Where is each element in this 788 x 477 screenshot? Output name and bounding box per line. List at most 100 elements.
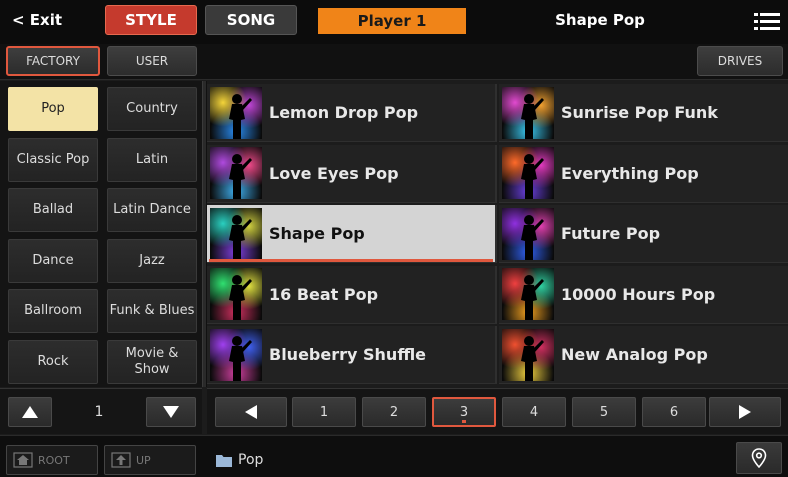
triangle-up-icon <box>22 406 38 418</box>
style-item[interactable]: New Analog Pop <box>499 326 788 384</box>
category-page-number: 1 <box>94 404 104 420</box>
singer-silhouette-icon <box>229 275 252 320</box>
singer-silhouette-icon <box>521 335 544 381</box>
style-thumbnail <box>210 328 262 381</box>
category-button[interactable]: Jazz <box>107 238 197 283</box>
up-label: UP <box>136 453 151 467</box>
style-thumbnail <box>210 268 262 320</box>
location-pin-icon <box>751 448 767 468</box>
top-bar: < Exit STYLE SONG Player 1 Shape Pop <box>0 0 788 44</box>
page-number: 4 <box>529 404 539 420</box>
page-number: 5 <box>599 404 609 420</box>
style-item-label: Shape Pop <box>269 224 365 243</box>
player-selector[interactable]: Player 1 <box>318 8 466 34</box>
style-item[interactable]: 10000 Hours Pop <box>499 265 788 324</box>
page-button[interactable]: 2 <box>362 397 426 427</box>
folder-up-icon <box>111 452 131 468</box>
category-button[interactable]: Movie & Show <box>107 339 197 384</box>
style-thumbnail <box>210 147 262 199</box>
style-item-label: 16 Beat Pop <box>269 284 379 304</box>
singer-silhouette-icon <box>521 275 544 320</box>
style-item-label: 10000 Hours Pop <box>561 284 716 304</box>
page-number: 1 <box>319 404 329 420</box>
style-item[interactable]: Everything Pop <box>499 144 788 203</box>
page-number: 6 <box>669 404 679 420</box>
style-item-label: Sunrise Pop Funk <box>561 103 718 122</box>
triangle-left-icon <box>245 405 257 419</box>
style-page-next-button[interactable] <box>709 397 781 427</box>
page-button[interactable]: 1 <box>292 397 356 427</box>
singer-silhouette-icon <box>521 214 544 260</box>
style-item[interactable]: 16 Beat Pop <box>207 265 497 324</box>
menu-list-icon[interactable] <box>754 12 780 32</box>
singer-silhouette-icon <box>521 93 544 139</box>
singer-silhouette-icon <box>521 154 544 199</box>
style-item[interactable]: Sunrise Pop Funk <box>499 84 788 142</box>
triangle-down-icon <box>163 406 179 418</box>
breadcrumb-path: Pop <box>238 452 264 468</box>
factory-button[interactable]: FACTORY <box>6 46 100 76</box>
style-item[interactable]: Lemon Drop Pop <box>207 84 497 142</box>
page-button[interactable]: 4 <box>502 397 566 427</box>
folder-icon <box>216 454 232 467</box>
drives-button[interactable]: DRIVES <box>697 46 783 76</box>
category-button[interactable]: Ballroom <box>8 289 98 333</box>
style-thumbnail <box>502 147 554 199</box>
style-item-label: Love Eyes Pop <box>269 163 399 183</box>
locate-button[interactable] <box>736 442 782 474</box>
footer-bar: ROOT UP Pop <box>0 435 788 477</box>
category-page-up-button[interactable] <box>8 397 52 427</box>
tab-song[interactable]: SONG <box>205 5 297 35</box>
category-pager: 1 <box>0 388 202 434</box>
style-list: Lemon Drop Pop Sunrise Pop Funk Love Eyes … <box>207 81 788 387</box>
page-button[interactable]: 5 <box>572 397 636 427</box>
current-style-title: Shape Pop <box>555 11 645 29</box>
category-button[interactable]: Dance <box>8 238 98 283</box>
style-item-label: New Analog Pop <box>561 345 708 364</box>
root-label: ROOT <box>38 453 70 467</box>
category-button[interactable]: Country <box>107 87 197 131</box>
style-item[interactable]: Shape Pop <box>207 205 497 263</box>
triangle-right-icon <box>739 405 751 419</box>
singer-silhouette-icon <box>229 154 252 199</box>
tab-style[interactable]: STYLE <box>105 5 197 35</box>
style-item-label: Lemon Drop Pop <box>269 103 419 122</box>
category-grid: Pop Country Classic Pop Latin Ballad Latin Da… <box>0 81 202 387</box>
style-item-label: Everything Pop <box>561 163 699 183</box>
style-thumbnail <box>502 268 554 320</box>
page-number: 3 <box>459 404 469 420</box>
style-page-prev-button[interactable] <box>215 397 287 427</box>
style-item[interactable]: Love Eyes Pop <box>207 144 497 203</box>
style-item[interactable]: Blueberry Shuffle <box>207 326 497 384</box>
style-item[interactable]: Future Pop <box>499 205 788 263</box>
style-thumbnail <box>210 86 262 139</box>
style-pager: 1 2 3 4 5 6 <box>207 388 788 434</box>
singer-silhouette-icon <box>229 93 252 139</box>
exit-button[interactable]: < Exit <box>12 11 62 29</box>
category-page-down-button[interactable] <box>146 397 196 427</box>
style-thumbnail <box>502 328 554 381</box>
user-button[interactable]: USER <box>107 46 197 76</box>
category-button[interactable]: Funk & Blues <box>107 289 197 333</box>
home-icon <box>13 452 33 468</box>
root-button[interactable]: ROOT <box>6 445 98 475</box>
page-number: 2 <box>389 404 399 420</box>
category-button[interactable]: Pop <box>8 87 98 131</box>
category-button[interactable]: Latin <box>107 137 197 182</box>
style-thumbnail <box>502 207 554 260</box>
category-button[interactable]: Latin Dance <box>107 188 197 232</box>
bank-bar: FACTORY USER DRIVES <box>0 44 788 80</box>
category-button[interactable]: Classic Pop <box>8 137 98 182</box>
page-button[interactable]: 6 <box>642 397 706 427</box>
category-button[interactable]: Ballad <box>8 188 98 232</box>
style-item-label: Future Pop <box>561 224 661 243</box>
up-button[interactable]: UP <box>104 445 196 475</box>
current-page-indicator <box>462 420 466 423</box>
breadcrumb: Pop <box>216 452 263 468</box>
style-item-label: Blueberry Shuffle <box>269 345 427 364</box>
page-button[interactable]: 3 <box>432 397 496 427</box>
category-button[interactable]: Rock <box>8 339 98 384</box>
singer-silhouette-icon <box>229 335 252 381</box>
singer-silhouette-icon <box>229 214 252 260</box>
style-thumbnail <box>502 86 554 139</box>
